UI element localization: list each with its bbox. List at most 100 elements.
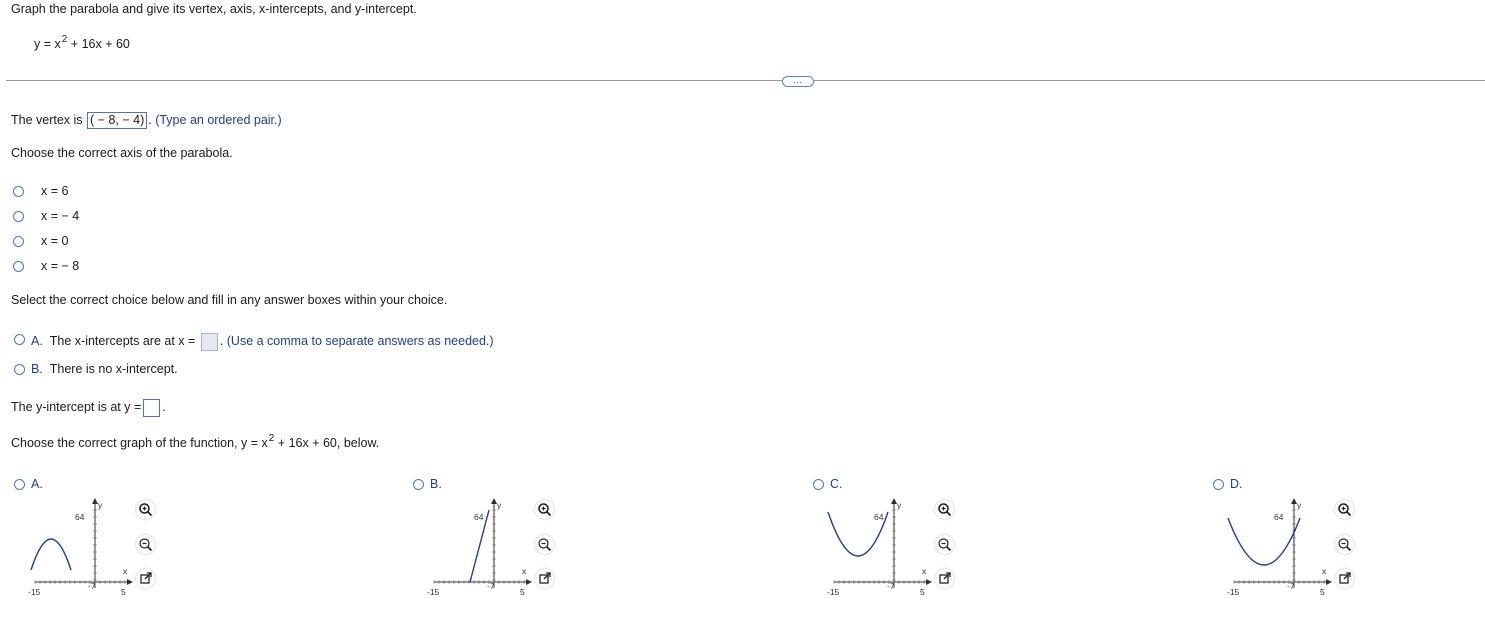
x-tick-label-left: -15 <box>827 587 840 596</box>
axis-option-radio-2[interactable] <box>13 211 24 222</box>
zoom-out-icon-glyph <box>139 538 153 552</box>
graph-option-radio-3[interactable] <box>813 479 824 490</box>
y-tick-label-64: 64 <box>75 512 85 522</box>
zoom-in-icon[interactable] <box>535 500 554 519</box>
x-axis-arrow <box>926 579 932 585</box>
graph-thumbnail-1[interactable]: 64 y x -15 -7 5 <box>25 496 140 596</box>
y-axis-label: y <box>1297 500 1302 510</box>
vertex-label: The vertex is <box>11 113 83 127</box>
graph-thumbnail-4[interactable]: 64 y x -15 -7 5 <box>1224 496 1339 596</box>
xint-prompt: Select the correct choice below and fill… <box>11 293 448 307</box>
zoom-out-icon-glyph <box>538 538 552 552</box>
xint-answer-box[interactable] <box>200 332 218 351</box>
popout-icon[interactable] <box>535 569 554 588</box>
y-axis-label: y <box>497 500 502 510</box>
x-tick-label-right: 5 <box>1320 587 1325 596</box>
xint-option-a-text: The x-intercepts are at x = <box>49 334 196 348</box>
section-divider <box>6 80 1485 81</box>
xint-option-a-radio[interactable] <box>14 334 25 345</box>
x-tick-label-right: 5 <box>520 587 525 596</box>
equation-exponent: 2 <box>61 34 68 45</box>
x-tick-label-left: -15 <box>427 587 440 596</box>
xint-option-b-radio[interactable] <box>14 364 25 375</box>
xint-option-b-text: There is no x-intercept. <box>49 362 178 376</box>
y-axis-label: y <box>98 500 103 510</box>
graph-prompt-post: + 16x + 60, below. <box>277 436 380 450</box>
zoom-in-icon-glyph <box>938 503 952 517</box>
graph-thumbnail-3[interactable]: 64 y x -15 -7 5 <box>824 496 939 596</box>
xint-option-b-letter: B. <box>31 362 43 376</box>
x-axis-arrow <box>526 579 532 585</box>
y-tick-label-64: 64 <box>874 512 884 522</box>
zoom-out-icon-glyph <box>1338 538 1352 552</box>
equation-lhs: y = x <box>34 37 61 51</box>
popout-icon-glyph <box>539 572 551 584</box>
more-button[interactable]: … <box>782 76 814 87</box>
popout-icon[interactable] <box>935 569 954 588</box>
graph-option-letter-4: D. <box>1230 477 1243 491</box>
y-tick-label-64: 64 <box>474 512 484 522</box>
x-axis-label: x <box>522 566 527 576</box>
x-tick-label-right: 5 <box>920 587 925 596</box>
axis-option-radio-4[interactable] <box>13 261 24 272</box>
x-axis-label: x <box>922 566 927 576</box>
graph-option-letter-2: B. <box>430 477 442 491</box>
popout-icon-glyph <box>140 572 152 584</box>
vertex-answer-box[interactable]: ( − 8, − 4) <box>87 112 148 129</box>
graph-option-letter-3: C. <box>830 477 843 491</box>
zoom-out-icon[interactable] <box>535 535 554 554</box>
vertex-row: The vertex is ( − 8, − 4). (Type an orde… <box>11 112 282 129</box>
x-axis-arrow <box>127 579 133 585</box>
axis-option-radio-1[interactable] <box>13 186 24 197</box>
vertex-hint: (Type an ordered pair.) <box>155 113 282 127</box>
y-axis-label: y <box>897 500 902 510</box>
xint-hint: (Use a comma to separate answers as need… <box>226 334 494 348</box>
popout-icon[interactable] <box>136 569 155 588</box>
axis-option-label-1: x = 6 <box>41 184 69 198</box>
graph-option-radio-1[interactable] <box>14 479 25 490</box>
equation-rhs: + 16x + 60 <box>70 37 130 51</box>
graph-prompt: Choose the correct graph of the function… <box>11 433 380 450</box>
graph-option-radio-4[interactable] <box>1213 479 1224 490</box>
x-tick-label-mid: -7 <box>88 581 96 591</box>
zoom-in-icon-glyph <box>139 503 153 517</box>
popout-icon-glyph <box>1339 572 1351 584</box>
x-axis-label: x <box>123 566 128 576</box>
graph-option-radio-2[interactable] <box>413 479 424 490</box>
zoom-out-icon[interactable] <box>935 535 954 554</box>
x-tick-label-left: -15 <box>1227 587 1240 596</box>
x-tick-label-right: 5 <box>121 587 126 596</box>
zoom-in-icon-glyph <box>1338 503 1352 517</box>
x-tick-label-mid: -7 <box>887 581 895 591</box>
axis-option-label-3: x = 0 <box>41 234 69 248</box>
axis-option-label-4: x = − 8 <box>41 259 80 273</box>
zoom-out-icon[interactable] <box>1335 535 1354 554</box>
x-tick-label-mid: -7 <box>1287 581 1295 591</box>
zoom-in-icon[interactable] <box>136 500 155 519</box>
xint-option-b: B. There is no x-intercept. <box>31 362 178 376</box>
yint-answer-box[interactable] <box>143 398 161 417</box>
question-prompt: Graph the parabola and give its vertex, … <box>11 2 417 16</box>
graph-option-letter-1: A. <box>31 477 43 491</box>
x-tick-label-mid: -7 <box>487 581 495 591</box>
y-tick-label-64: 64 <box>1274 512 1284 522</box>
zoom-in-icon[interactable] <box>1335 500 1354 519</box>
x-axis-label: x <box>1322 566 1327 576</box>
zoom-out-icon[interactable] <box>136 535 155 554</box>
graph-prompt-exponent: 2 <box>268 433 275 444</box>
yint-label: The y-intercept is at y = <box>11 400 142 414</box>
xint-option-a-letter: A. <box>31 334 43 348</box>
graph-thumbnail-2[interactable]: 64 y x -15 -7 5 <box>424 496 539 596</box>
popout-icon-glyph <box>939 572 951 584</box>
zoom-out-icon-glyph <box>938 538 952 552</box>
zoom-in-icon[interactable] <box>935 500 954 519</box>
zoom-in-icon-glyph <box>538 503 552 517</box>
graph-curve <box>1227 517 1301 566</box>
axis-option-radio-3[interactable] <box>13 236 24 247</box>
graph-prompt-pre: Choose the correct graph of the function… <box>11 436 268 450</box>
popout-icon[interactable] <box>1335 569 1354 588</box>
yint-row: The y-intercept is at y =. <box>11 397 166 417</box>
x-tick-label-left: -15 <box>28 587 41 596</box>
axis-prompt: Choose the correct axis of the parabola. <box>11 146 233 160</box>
graph-curve <box>30 538 72 571</box>
